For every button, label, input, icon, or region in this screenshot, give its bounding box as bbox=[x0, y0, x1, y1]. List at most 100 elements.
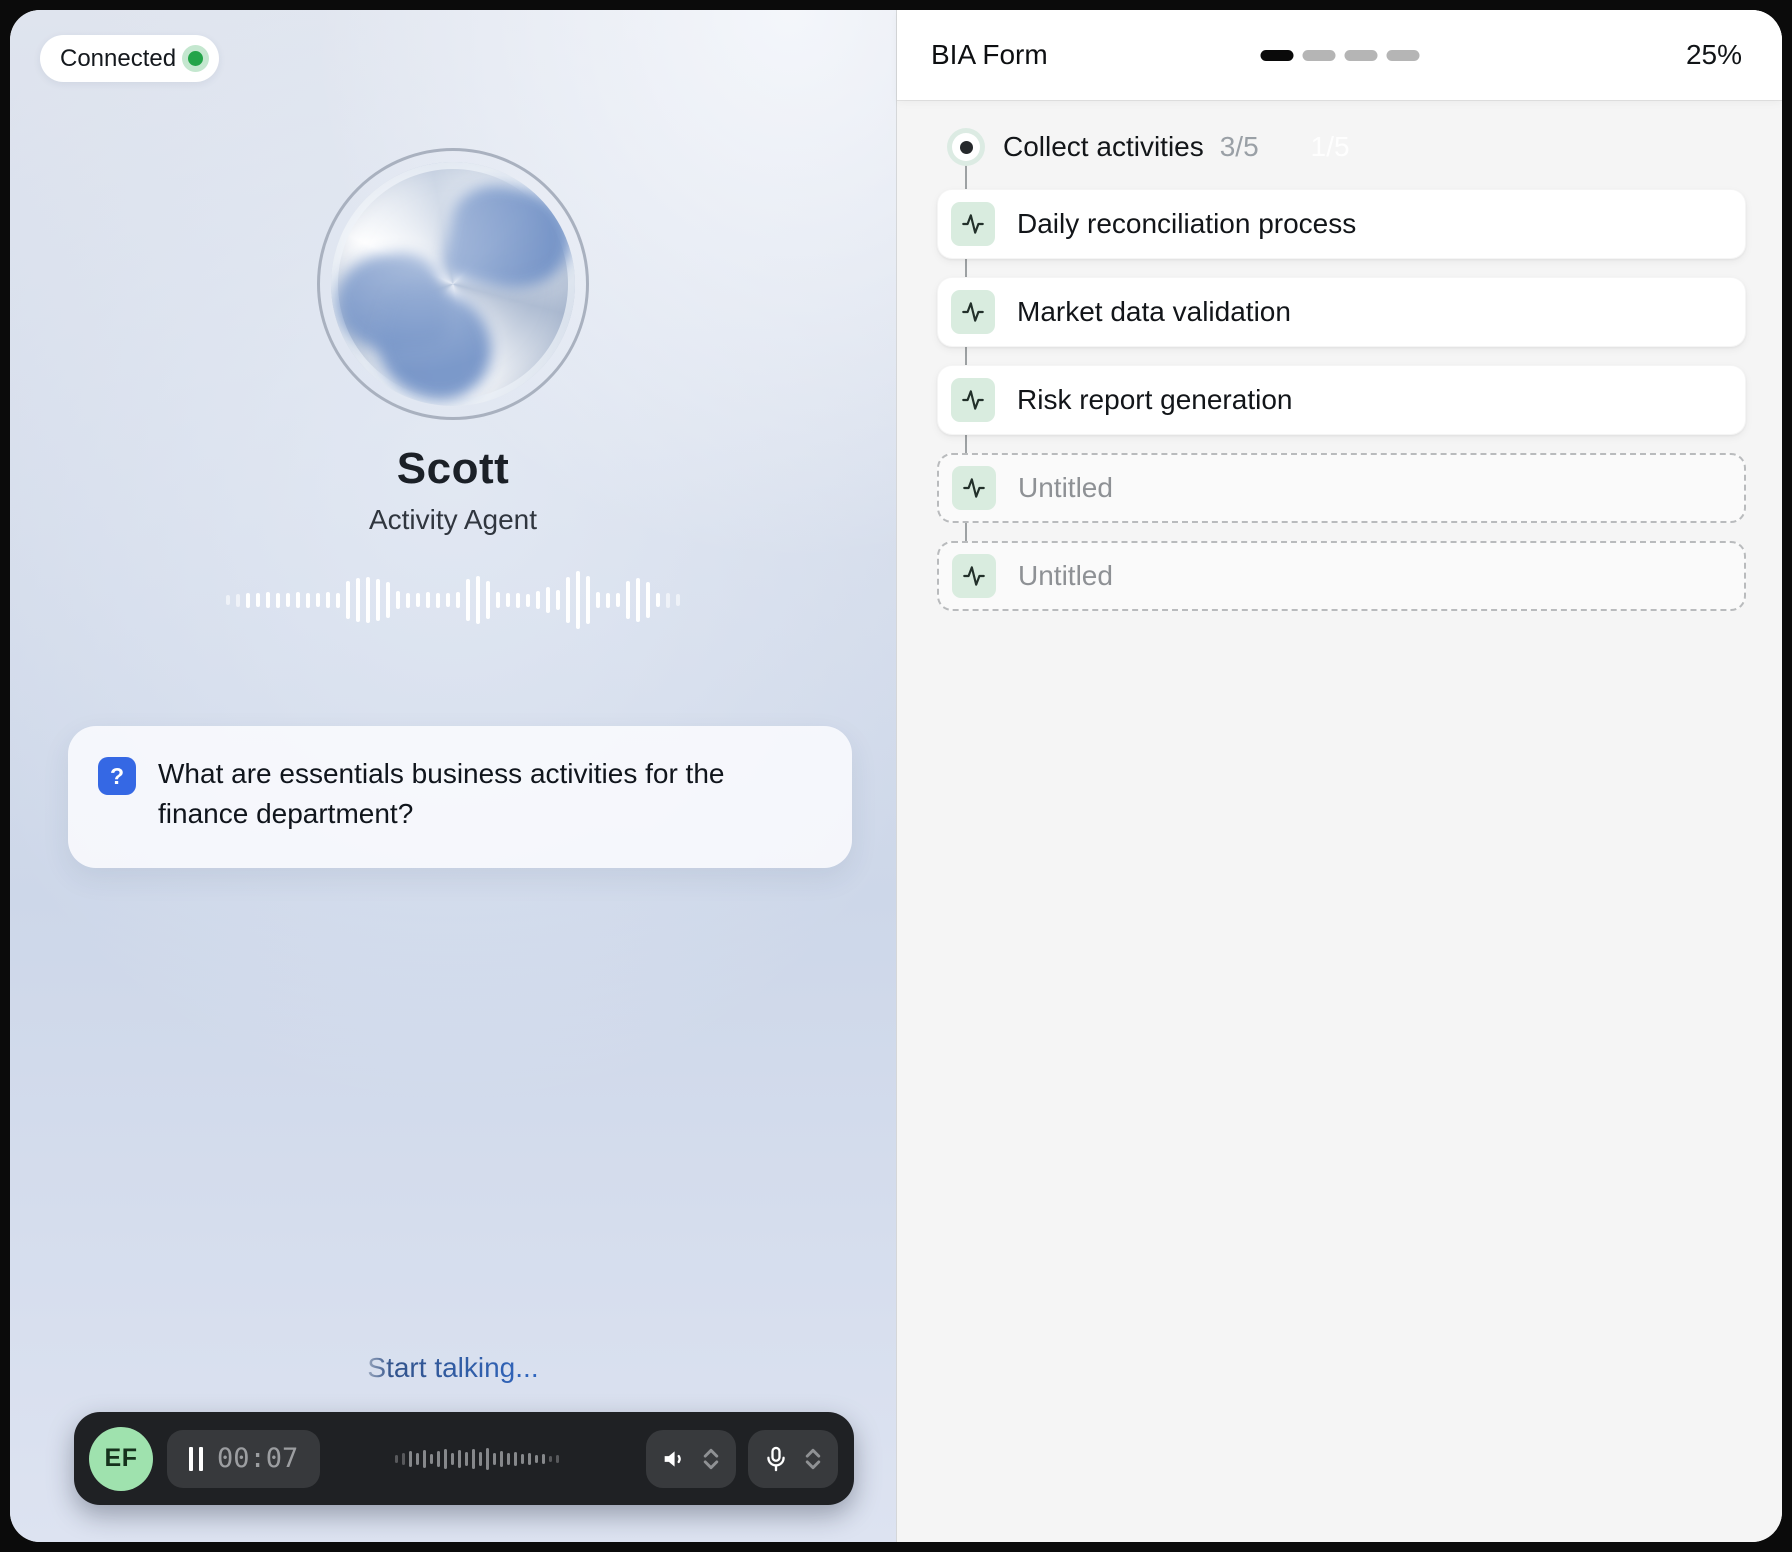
waveform-bar bbox=[556, 590, 560, 610]
waveform-bar bbox=[556, 1455, 559, 1463]
progress-segment bbox=[1344, 50, 1377, 61]
progress-segment bbox=[1302, 50, 1335, 61]
pause-timer-button[interactable]: 00:07 bbox=[167, 1430, 320, 1488]
activity-card[interactable]: Untitled bbox=[937, 541, 1746, 611]
call-timer: 00:07 bbox=[217, 1443, 298, 1474]
waveform-bar bbox=[486, 581, 490, 619]
waveform-bar bbox=[430, 1454, 433, 1464]
speaker-icon bbox=[660, 1445, 688, 1473]
waveform-bar bbox=[376, 579, 380, 621]
waveform-bar bbox=[266, 592, 270, 608]
question-bubble: ? What are essentials business activitie… bbox=[68, 726, 852, 868]
waveform-bar bbox=[444, 1449, 447, 1469]
waveform-bar bbox=[396, 591, 400, 609]
form-title: BIA Form bbox=[931, 39, 1048, 71]
waveform-bar bbox=[549, 1456, 552, 1462]
waveform-bar bbox=[226, 595, 230, 605]
activity-label: Untitled bbox=[1018, 472, 1113, 504]
waveform-bar bbox=[500, 1451, 503, 1467]
step-label: Collect activities bbox=[1003, 131, 1204, 163]
activity-card[interactable]: Risk report generation bbox=[937, 365, 1746, 435]
user-avatar[interactable]: EF bbox=[89, 1427, 153, 1491]
voice-agent-panel: Connected Scott Activity Agent ? What ar… bbox=[10, 10, 896, 1542]
waveform-bar bbox=[516, 593, 520, 608]
voice-waveform bbox=[226, 570, 680, 630]
activity-pulse-icon bbox=[951, 378, 995, 422]
speaker-output-selector[interactable] bbox=[646, 1430, 736, 1488]
status-dot-icon bbox=[188, 51, 203, 66]
waveform-bar bbox=[451, 1453, 454, 1465]
waveform-bar bbox=[514, 1452, 517, 1466]
waveform-bar bbox=[521, 1454, 524, 1464]
waveform-bar bbox=[458, 1450, 461, 1468]
microphone-input-selector[interactable] bbox=[748, 1430, 838, 1488]
waveform-bar bbox=[416, 1453, 419, 1465]
agent-name: Scott bbox=[397, 444, 510, 494]
waveform-bar bbox=[476, 576, 480, 624]
chevron-up-down-icon bbox=[700, 1446, 722, 1472]
avatar-sheen bbox=[331, 162, 575, 406]
bia-form-panel: BIA Form 25% Collect activities 3/5 1/5 … bbox=[896, 10, 1782, 1542]
waveform-bar bbox=[336, 593, 340, 608]
activity-label: Untitled bbox=[1018, 560, 1113, 592]
waveform-bar bbox=[236, 594, 240, 607]
agent-role: Activity Agent bbox=[369, 504, 537, 536]
activity-label: Daily reconciliation process bbox=[1017, 208, 1356, 240]
waveform-bar bbox=[506, 593, 510, 607]
waveform-bar bbox=[296, 592, 300, 608]
waveform-bar bbox=[566, 577, 570, 623]
progress-segment bbox=[1386, 50, 1419, 61]
activity-label: Risk report generation bbox=[1017, 384, 1292, 416]
progress-percent: 25% bbox=[1686, 39, 1742, 71]
waveform-bar bbox=[426, 592, 430, 608]
activity-card[interactable]: Daily reconciliation process bbox=[937, 189, 1746, 259]
waveform-bar bbox=[596, 592, 600, 608]
activity-pulse-icon bbox=[952, 554, 996, 598]
waveform-bar bbox=[536, 591, 540, 609]
activity-pulse-icon bbox=[952, 466, 996, 510]
waveform-bar bbox=[666, 593, 670, 608]
agent-avatar bbox=[317, 148, 589, 420]
waveform-bar bbox=[626, 581, 630, 619]
waveform-bar bbox=[456, 592, 460, 608]
waveform-bar bbox=[606, 593, 610, 608]
waveform-bar bbox=[437, 1451, 440, 1467]
waveform-bar bbox=[493, 1453, 496, 1465]
waveform-bar bbox=[496, 592, 500, 608]
waveform-bar bbox=[306, 593, 310, 608]
waveform-bar bbox=[436, 593, 440, 608]
waveform-bar bbox=[528, 1453, 531, 1465]
waveform-bar bbox=[636, 578, 640, 622]
progress-segments bbox=[1260, 50, 1419, 61]
waveform-bar bbox=[646, 582, 650, 618]
waveform-bar bbox=[366, 577, 370, 623]
waveform-bar bbox=[472, 1449, 475, 1469]
waveform-bar bbox=[507, 1453, 510, 1465]
spacer bbox=[10, 868, 896, 1352]
step-radio-icon[interactable] bbox=[952, 133, 980, 161]
waveform-bar bbox=[416, 593, 420, 607]
waveform-bar bbox=[402, 1453, 405, 1465]
form-header: BIA Form 25% bbox=[897, 10, 1782, 100]
waveform-bar bbox=[246, 593, 250, 608]
pause-icon bbox=[189, 1447, 203, 1471]
step-collect-activities: Collect activities 3/5 1/5 bbox=[952, 100, 1746, 163]
waveform-bar bbox=[656, 593, 660, 607]
form-body: Collect activities 3/5 1/5 Daily reconci… bbox=[897, 100, 1782, 611]
waveform-bar bbox=[286, 593, 290, 607]
waveform-bar bbox=[423, 1450, 426, 1468]
waveform-bar bbox=[486, 1448, 489, 1470]
waveform-bar bbox=[479, 1452, 482, 1466]
chevron-up-down-icon bbox=[802, 1446, 824, 1472]
waveform-bar bbox=[356, 578, 360, 622]
activity-card[interactable]: Untitled bbox=[937, 453, 1746, 523]
waveform-bar bbox=[586, 576, 590, 624]
activity-label: Market data validation bbox=[1017, 296, 1291, 328]
question-text: What are essentials business activities … bbox=[158, 754, 812, 834]
connection-status-label: Connected bbox=[60, 45, 176, 73]
waveform-bar bbox=[446, 593, 450, 607]
progress-segment-active bbox=[1260, 50, 1293, 61]
microphone-icon bbox=[762, 1445, 790, 1473]
call-control-bar: EF 00:07 bbox=[74, 1412, 854, 1505]
activity-card[interactable]: Market data validation bbox=[937, 277, 1746, 347]
